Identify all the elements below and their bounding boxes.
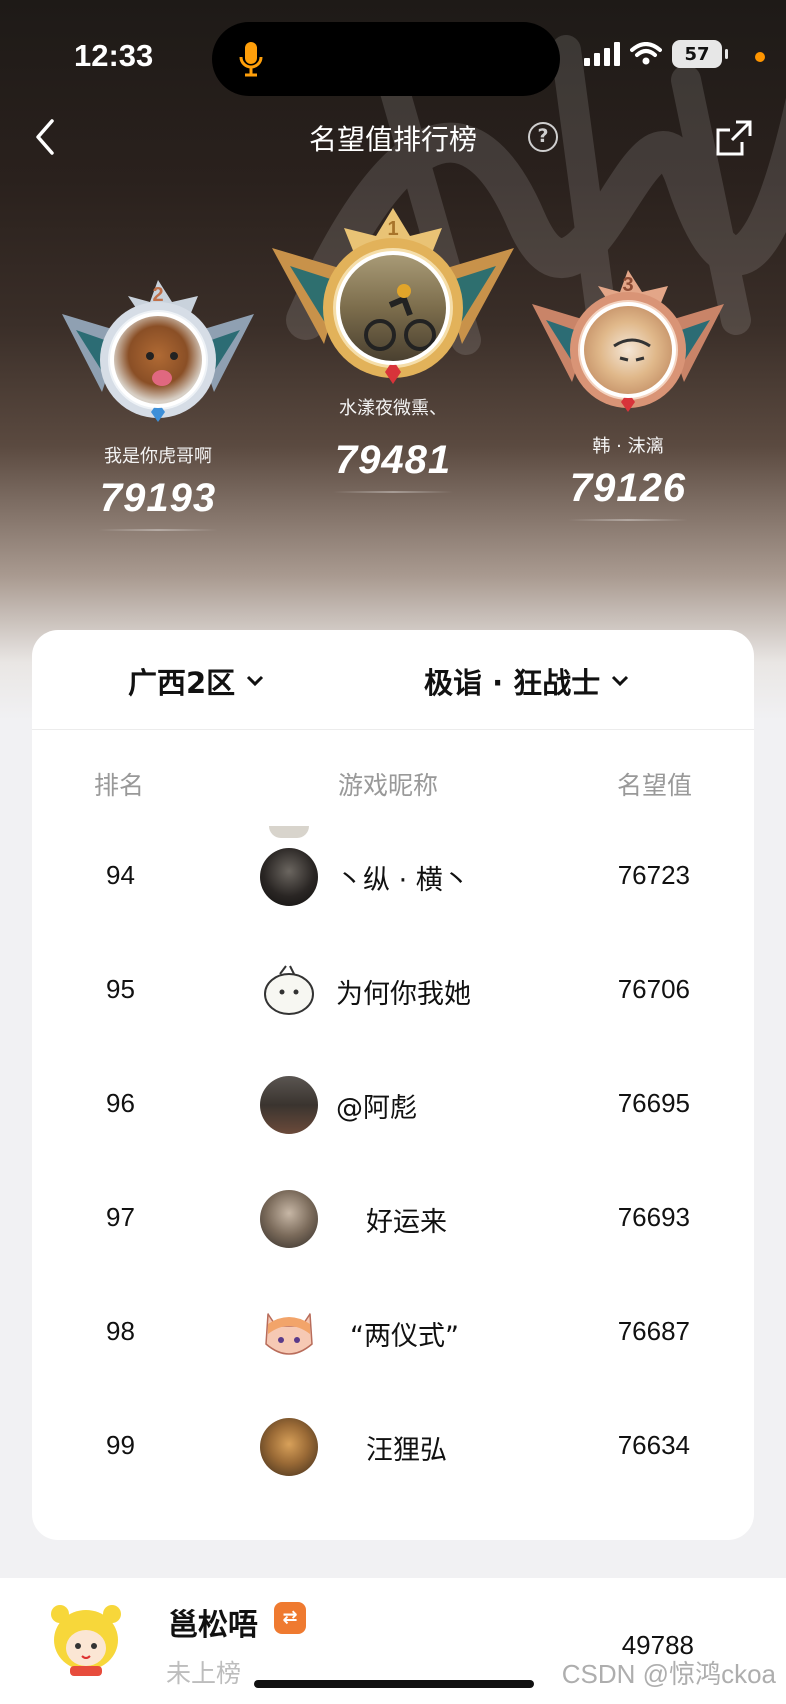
table-row[interactable]: 98 “两仪式” 76687 (32, 1276, 754, 1390)
podium-avatar-cat (580, 302, 676, 398)
chevron-down-icon (247, 675, 264, 687)
podium-name: 我是你虎哥啊 (104, 446, 212, 467)
row-rank: 98 (106, 1316, 135, 1346)
podium-avatar-dog (110, 312, 206, 408)
divider (568, 519, 688, 521)
region-selector[interactable]: 广西2区 (128, 660, 265, 702)
row-value: 76687 (617, 1316, 690, 1346)
column-header-rank: 排名 (94, 771, 145, 800)
row-avatar (260, 1418, 318, 1476)
back-arrow-icon[interactable] (34, 117, 56, 157)
divider (98, 529, 218, 531)
podium-name: 水漾夜微熏、 (339, 398, 447, 419)
row-nickname: 为何你我她 (336, 979, 471, 1010)
row-value: 76723 (617, 860, 690, 890)
help-icon[interactable]: ? (528, 122, 558, 152)
home-indicator[interactable] (254, 1680, 534, 1688)
row-rank: 97 (106, 1202, 135, 1232)
podium-score: 79126 (569, 466, 687, 510)
status-time: 12:33 (74, 38, 154, 73)
row-value: 76693 (617, 1202, 690, 1232)
divider (333, 491, 453, 493)
podium-score: 79481 (334, 438, 452, 482)
signal-icon (584, 42, 620, 66)
my-rank-status: 未上榜 (166, 1659, 242, 1688)
table-row[interactable]: 95 为何你我她 76706 (32, 934, 754, 1048)
table-row[interactable]: 96 @阿彪 76695 (32, 1048, 754, 1162)
row-nickname: 丶纵 · 横丶 (336, 865, 470, 896)
podium-score: 79193 (99, 476, 217, 520)
row-rank: 96 (106, 1088, 135, 1118)
privacy-dot (755, 52, 765, 62)
switch-icon[interactable]: ⇄ (274, 1602, 306, 1634)
row-avatar (260, 848, 318, 906)
podium-name: 韩 · 沫漓 (592, 436, 664, 457)
filter-bar: 广西2区 极诣 · 狂战士 (32, 630, 754, 730)
table-row[interactable]: 97 好运来 76693 (32, 1162, 754, 1276)
dynamic-island (212, 22, 560, 96)
table-row[interactable]: 99 汪狸弘 76634 (32, 1390, 754, 1504)
podium-rank-number: 1 (387, 218, 399, 240)
podium-rank-3[interactable]: 3 韩 · 沫漓 79126 (522, 262, 734, 521)
row-avatar (260, 1076, 318, 1134)
ranking-card: 广西2区 极诣 · 狂战士 排名 游戏昵称 名望值 94 丶纵 · 横丶 767… (32, 630, 754, 1540)
share-icon[interactable] (714, 118, 754, 158)
battery-indicator: 57 (672, 40, 728, 68)
my-avatar (51, 1605, 121, 1676)
row-nickname: 好运来 (366, 1207, 447, 1238)
row-avatar (260, 1190, 318, 1248)
column-header-value: 名望值 (616, 771, 692, 800)
podium-rank-2[interactable]: 2 我是你虎哥啊 79193 (52, 272, 264, 531)
status-indicators: 57 (584, 40, 728, 68)
region-label: 广西2区 (128, 666, 236, 700)
class-selector[interactable]: 极诣 · 狂战士 (424, 660, 630, 702)
my-name: 邕松唔 (168, 1608, 258, 1643)
column-header-nickname: 游戏昵称 (338, 771, 439, 800)
microphone-icon (239, 42, 263, 77)
row-nickname: 汪狸弘 (366, 1435, 447, 1466)
row-value: 76695 (617, 1088, 690, 1118)
podium-rank-number: 3 (622, 274, 634, 296)
row-value: 76706 (617, 974, 690, 1004)
page-title: 名望值排行榜 (308, 123, 477, 156)
watermark: CSDN @惊鸿ckoa (561, 1659, 776, 1689)
table-row[interactable]: 94 丶纵 · 横丶 76723 (32, 820, 754, 934)
podium-rank-1[interactable]: 1 水漾夜微熏、 79481 (266, 204, 520, 493)
wifi-icon (630, 42, 662, 65)
row-nickname: @阿彪 (336, 1093, 417, 1124)
row-rank: 99 (106, 1430, 135, 1460)
row-nickname: “两仪式” (350, 1321, 459, 1352)
row-avatar (260, 1304, 318, 1362)
podium-avatar-rider (336, 251, 450, 365)
row-rank: 95 (106, 974, 135, 1004)
class-label: 极诣 · 狂战士 (424, 666, 601, 700)
row-rank: 94 (106, 860, 135, 890)
podium-rank-number: 2 (152, 284, 164, 306)
row-value: 76634 (617, 1430, 690, 1460)
chevron-down-icon (612, 675, 629, 687)
row-avatar (260, 962, 318, 1020)
